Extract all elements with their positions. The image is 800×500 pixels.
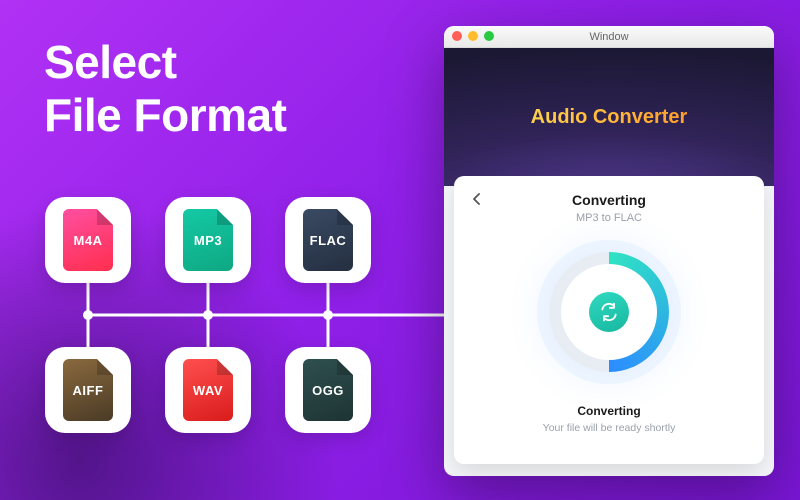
window-titlebar[interactable]: Window <box>444 26 774 48</box>
headline-line2: File Format <box>44 89 286 142</box>
file-icon: AIFF <box>63 359 113 421</box>
format-tile-mp3[interactable]: MP3 <box>165 197 251 283</box>
format-tile-m4a[interactable]: M4A <box>45 197 131 283</box>
app-window: Window Audio Converter Converting MP3 to… <box>444 26 774 476</box>
status-title: Converting <box>577 404 640 418</box>
window-traffic-lights <box>452 31 494 41</box>
converting-card: Converting MP3 to FLAC <box>454 176 764 464</box>
file-icon: OGG <box>303 359 353 421</box>
app-hero: Audio Converter <box>444 48 774 186</box>
close-icon[interactable] <box>452 31 462 41</box>
card-title: Converting <box>572 192 646 208</box>
file-icon: MP3 <box>183 209 233 271</box>
format-label: M4A <box>74 233 103 248</box>
file-icon: M4A <box>63 209 113 271</box>
status-subtitle: Your file will be ready shortly <box>543 422 676 434</box>
headline-line1: Select <box>44 36 286 89</box>
card-subtitle: MP3 to FLAC <box>576 212 642 224</box>
headline: Select File Format <box>44 36 286 142</box>
back-button[interactable] <box>466 188 488 210</box>
format-tile-aiff[interactable]: AIFF <box>45 347 131 433</box>
maximize-icon[interactable] <box>484 31 494 41</box>
format-label: OGG <box>312 383 344 398</box>
file-icon: FLAC <box>303 209 353 271</box>
chevron-left-icon <box>471 193 483 205</box>
minimize-icon[interactable] <box>468 31 478 41</box>
format-tile-flac[interactable]: FLAC <box>285 197 371 283</box>
format-label: FLAC <box>310 233 347 248</box>
app-brand: Audio Converter <box>531 106 688 129</box>
convert-icon <box>589 292 629 332</box>
format-label: WAV <box>193 383 223 398</box>
format-tile-ogg[interactable]: OGG <box>285 347 371 433</box>
format-tile-wav[interactable]: WAV <box>165 347 251 433</box>
format-label: MP3 <box>194 233 222 248</box>
promo-stage: Select File Format M4A MP3 FLAC AIFF WAV <box>0 0 800 500</box>
format-label: AIFF <box>73 383 104 398</box>
progress-ring <box>539 242 679 382</box>
file-icon: WAV <box>183 359 233 421</box>
